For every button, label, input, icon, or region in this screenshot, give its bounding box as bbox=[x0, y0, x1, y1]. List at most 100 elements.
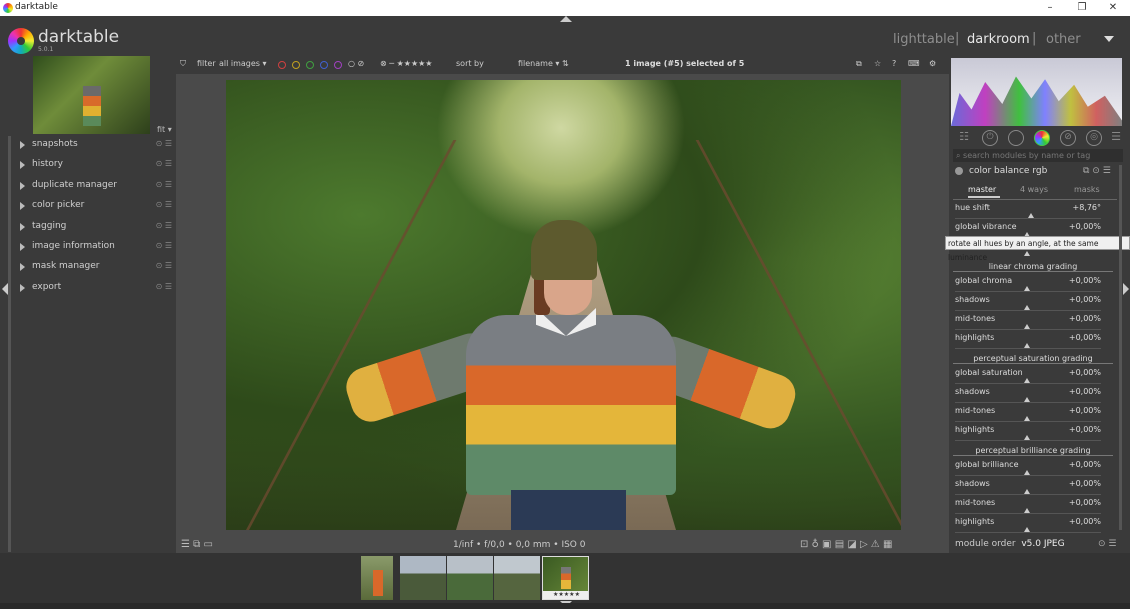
slider-hue-shift[interactable]: hue shift +8,76° bbox=[953, 203, 1103, 222]
expand-arrow-icon bbox=[20, 263, 25, 271]
slider-saturation-highlights[interactable]: highlights +0,00% bbox=[953, 425, 1103, 444]
module-search-input[interactable]: ⌕ search modules by name or tag bbox=[953, 149, 1123, 162]
reset-icon[interactable]: ⊙ ☰ bbox=[156, 221, 172, 230]
color-label-purple-icon[interactable] bbox=[334, 61, 342, 69]
thumb-rating-stars[interactable]: ★★★★★ bbox=[543, 591, 588, 599]
module-snapshots[interactable]: snapshots ⊙ ☰ bbox=[14, 136, 176, 156]
module-order[interactable]: module order v5.0 JPEG bbox=[955, 539, 1065, 549]
tab-masks[interactable]: masks bbox=[1074, 185, 1100, 194]
slider-brilliance-midtones[interactable]: mid-tones +0,00% bbox=[953, 498, 1103, 517]
search-icon: ⌕ bbox=[956, 151, 964, 160]
slider-brilliance-highlights[interactable]: highlights +0,00% bbox=[953, 517, 1103, 536]
slider-chroma-midtones[interactable]: mid-tones +0,00% bbox=[953, 314, 1103, 333]
keyboard-icon[interactable]: ⌨ bbox=[908, 59, 920, 68]
module-enable-icon[interactable] bbox=[955, 167, 963, 175]
histogram[interactable] bbox=[951, 58, 1122, 126]
effect-modules-icon[interactable]: ◎ bbox=[1086, 130, 1102, 146]
reset-icon[interactable]: ⊙ ☰ bbox=[156, 200, 172, 209]
color-label-blue-icon[interactable] bbox=[320, 61, 328, 69]
active-modules-icon[interactable]: ⏻ bbox=[982, 130, 998, 146]
correct-modules-icon[interactable]: ⊘ bbox=[1060, 130, 1076, 146]
minimize-icon[interactable]: – bbox=[1043, 1, 1057, 15]
module-history[interactable]: history ⊙ ☰ bbox=[14, 156, 176, 176]
slider-global-chroma[interactable]: global chroma +0,00% bbox=[953, 276, 1103, 295]
module-name: color balance rgb bbox=[969, 166, 1048, 176]
quick-access-icons[interactable]: ☰ ⧉ ▭ bbox=[181, 539, 213, 550]
module-export[interactable]: export ⊙ ☰ bbox=[14, 279, 176, 299]
reset-icon[interactable]: ⊙ ☰ bbox=[156, 139, 172, 148]
collapse-left-icon[interactable] bbox=[2, 283, 8, 295]
navigation-preview[interactable] bbox=[33, 56, 150, 134]
slider-brilliance-shadows[interactable]: shadows +0,00% bbox=[953, 479, 1103, 498]
module-mask-manager[interactable]: mask manager ⊙ ☰ bbox=[14, 258, 176, 278]
zoom-fit-select[interactable]: fit ▾ bbox=[157, 125, 172, 134]
view-separator: | bbox=[955, 31, 960, 46]
module-image-information[interactable]: image information ⊙ ☰ bbox=[14, 238, 176, 258]
star-icon[interactable]: ☆ bbox=[874, 59, 881, 68]
module-order-presets-icon[interactable]: ⊙ ☰ bbox=[1098, 539, 1116, 549]
bottom-border bbox=[0, 603, 1130, 609]
view-other[interactable]: other bbox=[1046, 32, 1081, 47]
module-color-picker[interactable]: color picker ⊙ ☰ bbox=[14, 197, 176, 217]
expand-arrow-icon bbox=[20, 284, 25, 292]
top-header bbox=[0, 16, 1130, 56]
help-icon[interactable]: ? bbox=[892, 59, 896, 68]
filmstrip-thumb[interactable] bbox=[447, 556, 493, 600]
reset-icon[interactable]: ⊙ ☰ bbox=[156, 180, 172, 189]
sort-order-icon[interactable]: ⇅ bbox=[562, 59, 569, 68]
sort-select[interactable]: filename ▾ bbox=[518, 59, 559, 68]
base-modules-icon[interactable] bbox=[1008, 130, 1024, 146]
overlay-icon[interactable]: ⧉ bbox=[856, 59, 862, 69]
color-label-yellow-icon[interactable] bbox=[292, 61, 300, 69]
expand-arrow-icon bbox=[20, 182, 25, 190]
tab-4-ways[interactable]: 4 ways bbox=[1020, 185, 1048, 194]
color-label-green-icon[interactable] bbox=[306, 61, 314, 69]
view-darkroom[interactable]: darkroom bbox=[967, 32, 1030, 47]
right-scrollbar[interactable] bbox=[1119, 165, 1122, 530]
module-tagging[interactable]: tagging ⊙ ☰ bbox=[14, 218, 176, 238]
selection-info: 1 image (#5) selected of 5 bbox=[625, 59, 745, 68]
reset-icon[interactable]: ⊙ ☰ bbox=[156, 241, 172, 250]
color-label-gray-icon[interactable]: ○ ⊘ bbox=[348, 59, 364, 68]
color-label-red-icon[interactable] bbox=[278, 61, 286, 69]
module-header[interactable]: color balance rgb ⧉ ⊙ ☰ bbox=[953, 165, 1123, 179]
filter-icon[interactable]: ⛉ bbox=[180, 59, 186, 69]
expand-arrow-icon bbox=[20, 243, 25, 251]
color-modules-icon[interactable] bbox=[1034, 130, 1050, 146]
reset-icon[interactable]: ⊙ ☰ bbox=[156, 159, 172, 168]
slider-saturation-midtones[interactable]: mid-tones +0,00% bbox=[953, 406, 1103, 425]
collapse-top-icon[interactable] bbox=[560, 16, 572, 22]
slider-global-brilliance[interactable]: global brilliance +0,00% bbox=[953, 460, 1103, 479]
left-scrollbar[interactable] bbox=[8, 136, 11, 552]
views-dropdown-icon[interactable] bbox=[1104, 36, 1114, 42]
filter-select[interactable]: all images ▾ bbox=[219, 59, 267, 68]
filmstrip-thumb[interactable] bbox=[361, 556, 393, 600]
main-image[interactable] bbox=[226, 80, 901, 530]
rating-filter-stars[interactable]: ⊗ ─ ★★★★★ bbox=[380, 59, 432, 68]
bottom-toolbar: ☰ ⧉ ▭ 1/inf • f/0,0 • 0,0 mm • ISO 0 ⊡ ♁… bbox=[176, 537, 949, 553]
module-groups-icon[interactable]: ☷ bbox=[956, 130, 972, 146]
collapse-right-icon[interactable] bbox=[1123, 283, 1129, 295]
slider-contrast[interactable] bbox=[953, 249, 1103, 257]
expand-arrow-icon bbox=[20, 141, 25, 149]
slider-global-saturation[interactable]: global saturation +0,00% bbox=[953, 368, 1103, 387]
filmstrip-thumb-selected[interactable]: ★★★★★ bbox=[542, 556, 589, 600]
slider-chroma-highlights[interactable]: highlights +0,00% bbox=[953, 333, 1103, 352]
presets-menu-icon[interactable]: ☰ bbox=[1108, 130, 1124, 146]
slider-chroma-shadows[interactable]: shadows +0,00% bbox=[953, 295, 1103, 314]
filmstrip-thumb[interactable] bbox=[400, 556, 446, 600]
tab-divider bbox=[953, 199, 1117, 200]
view-toggle-icons[interactable]: ⊡ ♁ ▣ ▤ ◪ ▷ ⚠ ▦ bbox=[800, 539, 892, 550]
module-actions-icon[interactable]: ⧉ ⊙ ☰ bbox=[1083, 166, 1111, 176]
slider-saturation-shadows[interactable]: shadows +0,00% bbox=[953, 387, 1103, 406]
reset-icon[interactable]: ⊙ ☰ bbox=[156, 282, 172, 291]
window-titlebar: darktable – ❐ ✕ bbox=[0, 0, 1130, 16]
tab-master[interactable]: master bbox=[968, 185, 1001, 198]
filmstrip-thumb[interactable] bbox=[494, 556, 540, 600]
maximize-icon[interactable]: ❐ bbox=[1075, 1, 1089, 15]
module-duplicate-manager[interactable]: duplicate manager ⊙ ☰ bbox=[14, 177, 176, 197]
close-icon[interactable]: ✕ bbox=[1106, 1, 1120, 15]
view-lighttable[interactable]: lighttable bbox=[893, 32, 955, 47]
reset-icon[interactable]: ⊙ ☰ bbox=[156, 261, 172, 270]
gear-icon[interactable]: ⚙ bbox=[929, 59, 936, 68]
